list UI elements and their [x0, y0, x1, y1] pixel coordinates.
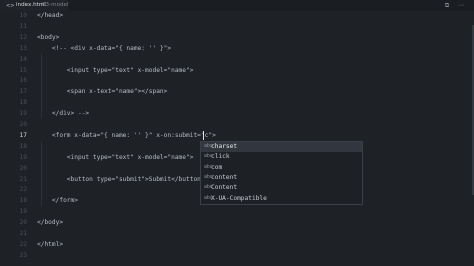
code-text: <button type="submit">Submit</button>	[37, 175, 205, 183]
line-number: 12	[19, 33, 27, 41]
line-number: 21	[19, 230, 27, 237]
code-text: </html>	[37, 240, 64, 248]
line-number: 19	[19, 110, 27, 118]
tab-folder: 03-model	[42, 2, 69, 8]
line-number: 23	[19, 251, 27, 259]
tab-index-html[interactable]: <> index.html 03-model	[0, 0, 69, 11]
code-line[interactable]: 18	[0, 98, 474, 108]
code-line[interactable]: 23	[0, 251, 474, 261]
line-number: 17	[19, 88, 27, 96]
code-line[interactable]: 22 </html>	[0, 240, 474, 250]
code-line[interactable]: 20 </body>	[0, 218, 474, 228]
code-editor[interactable]: 10 </head> 11 12 <body> 13 <!-- <div x-data="…	[0, 11, 474, 266]
split-editor-icon[interactable]: ⧉	[444, 2, 450, 9]
code-line[interactable]: 13 <!-- <div x-data="{ name: '' }">	[0, 44, 474, 54]
suggestion-label: Content	[211, 184, 238, 192]
suggestion-item[interactable]: abc com	[201, 163, 362, 173]
code-line[interactable]: 14	[0, 55, 474, 65]
line-number: 22	[19, 240, 27, 248]
suggestion-label: com	[211, 163, 223, 171]
line-number: 19	[19, 153, 27, 161]
line-number: 14	[19, 55, 27, 63]
suggestion-label: X-UA-Compatible	[211, 194, 267, 202]
suggestion-label: click	[211, 153, 230, 161]
line-number: 18	[19, 99, 27, 107]
code-text: </div> -->	[37, 110, 90, 118]
line-number: 20	[19, 164, 27, 172]
more-actions-icon[interactable]: ⋯	[458, 2, 464, 9]
line-number: 17	[19, 131, 27, 139]
indent-guide	[41, 52, 42, 119]
line-number: 20	[19, 219, 27, 227]
code-line[interactable]: 15 <input type="text" x-model="name">	[0, 66, 474, 76]
code-line[interactable]: 16	[0, 76, 474, 86]
code-text: <body>	[37, 33, 60, 41]
code-line[interactable]: 19	[0, 207, 474, 217]
line-number: 18	[19, 142, 27, 150]
code-text: </form>	[37, 197, 78, 205]
tab-bar: <> index.html 03-model ⧉ ⋯	[0, 0, 474, 11]
line-number: 15	[19, 66, 27, 74]
suggestion-label: charset	[211, 143, 238, 150]
suggestion-item[interactable]: abc X-UA-Compatible	[201, 194, 362, 204]
code-line[interactable]: 10 </head>	[0, 11, 474, 21]
line-number: 13	[19, 44, 27, 52]
code-line[interactable]: 19 </div> -->	[0, 109, 474, 119]
code-text: <!-- <div x-data="{ name: '' }">	[37, 44, 172, 52]
code-line[interactable]: 11	[0, 22, 474, 32]
code-line[interactable]: 12 <body>	[0, 33, 474, 43]
suggestion-item[interactable]: abc charset	[201, 142, 362, 152]
code-text: <form x-data="{ name: '' }" x-on:submit=…	[37, 131, 216, 139]
code-text: <input type="text" x-model="name">	[37, 66, 194, 74]
line-number: 22	[19, 186, 27, 194]
indent-guide	[41, 140, 42, 207]
html-file-icon: <>	[6, 2, 15, 9]
code-text: <input type="text" x-model="name">	[37, 153, 194, 161]
text-cursor	[203, 131, 204, 141]
autocomplete-suggestions[interactable]: abc charset abc click abc com abc content abc Con…	[200, 141, 363, 205]
code-line[interactable]: 21	[0, 229, 474, 239]
line-number: 11	[19, 22, 27, 30]
line-number: 18	[19, 197, 27, 205]
suggestion-item[interactable]: abc Content	[201, 183, 362, 193]
code-text: <span x-text="name"></span>	[37, 88, 168, 96]
suggestion-item[interactable]: abc click	[201, 152, 362, 162]
code-line[interactable]: 20	[0, 120, 474, 130]
code-line[interactable]: 17 <span x-text="name"></span>	[0, 87, 474, 97]
suggestion-label: content	[211, 173, 238, 181]
line-number: 21	[19, 175, 27, 183]
vertical-scrollbar[interactable]	[470, 11, 474, 266]
code-text: </head>	[37, 12, 64, 19]
line-number: 16	[19, 77, 27, 85]
code-text: </body>	[37, 219, 64, 227]
line-number: 19	[19, 208, 27, 216]
suggestion-item[interactable]: abc content	[201, 173, 362, 183]
line-number: 20	[19, 121, 27, 128]
code-line[interactable]: 17 <form x-data="{ name: '' }" x-on:subm…	[0, 131, 474, 141]
line-number: 10	[19, 12, 27, 19]
